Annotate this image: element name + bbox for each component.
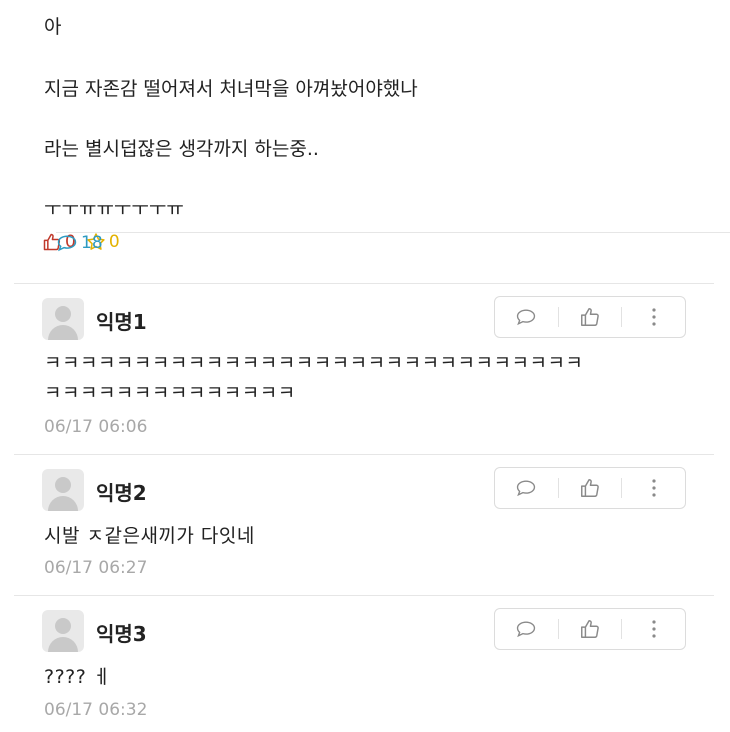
comment-item: 익명2 시발 ㅈ같은새끼가 다잇네 06/17 06:27 [14, 454, 714, 595]
reply-button[interactable] [495, 468, 558, 508]
reply-button[interactable] [495, 609, 558, 649]
comment-actions [494, 296, 686, 338]
comment-text: 시발 ㅈ같은새끼가 다잇네 [44, 525, 255, 547]
like-button[interactable] [559, 609, 622, 649]
comment-text: ???? ㅔ [44, 666, 111, 688]
avatar-placeholder-icon [42, 469, 84, 511]
comment-text: ㅋㅋㅋㅋㅋㅋㅋㅋㅋㅋㅋㅋㅋㅋㅋㅋㅋㅋㅋㅋㅋㅋㅋㅋㅋㅋㅋㅋㅋㅋ [44, 352, 584, 374]
comment-time: 06/17 06:27 [44, 558, 148, 578]
comment-nickname: 익명1 [96, 310, 147, 334]
avatar-placeholder-icon [42, 298, 84, 340]
thumbs-up-icon [581, 620, 599, 638]
thumbs-up-icon [581, 308, 599, 326]
post-stats: 0 18 0 [42, 231, 730, 253]
post-line: 아 [44, 16, 62, 38]
post-line: 지금 자존감 떨어져서 처녀막을 아껴놨어야했나 [44, 78, 418, 100]
thumbs-up-icon [581, 479, 599, 497]
comment-item: 익명1 ㅋㅋㅋㅋㅋㅋㅋㅋㅋㅋㅋㅋㅋㅋㅋㅋㅋㅋㅋㅋㅋㅋㅋㅋㅋㅋㅋㅋㅋㅋ ㅋㅋㅋㅋㅋ… [14, 283, 714, 454]
more-vertical-icon [652, 479, 656, 497]
comment-time: 06/17 06:06 [44, 417, 148, 437]
speech-bubble-icon [517, 621, 536, 638]
more-button[interactable] [622, 297, 685, 337]
avatar-placeholder-icon [42, 610, 84, 652]
comment-nickname: 익명2 [96, 481, 147, 505]
reply-button[interactable] [495, 297, 558, 337]
more-button[interactable] [622, 468, 685, 508]
comment-actions [494, 467, 686, 509]
comment-count[interactable]: 18 [56, 231, 730, 253]
comment-item: 익명3 ???? ㅔ 06/17 06:32 [14, 595, 714, 732]
post-line: ㅜㅜㅠㅠㅜㅜㅜㅠ [44, 198, 184, 220]
comment-text: ㅋㅋㅋㅋㅋㅋㅋㅋㅋㅋㅋㅋㅋㅋ [44, 382, 296, 404]
comment-nickname: 익명3 [96, 622, 147, 646]
speech-bubble-icon [57, 234, 77, 251]
post-line: 라는 별시덥잖은 생각까지 하는중.. [44, 138, 319, 160]
comment-count-value: 18 [81, 232, 103, 253]
comment-time: 06/17 06:32 [44, 700, 148, 720]
more-vertical-icon [652, 620, 656, 638]
more-vertical-icon [652, 308, 656, 326]
like-button[interactable] [559, 297, 622, 337]
comment-actions [494, 608, 686, 650]
like-button[interactable] [559, 468, 622, 508]
speech-bubble-icon [517, 480, 536, 497]
speech-bubble-icon [517, 309, 536, 326]
more-button[interactable] [622, 609, 685, 649]
